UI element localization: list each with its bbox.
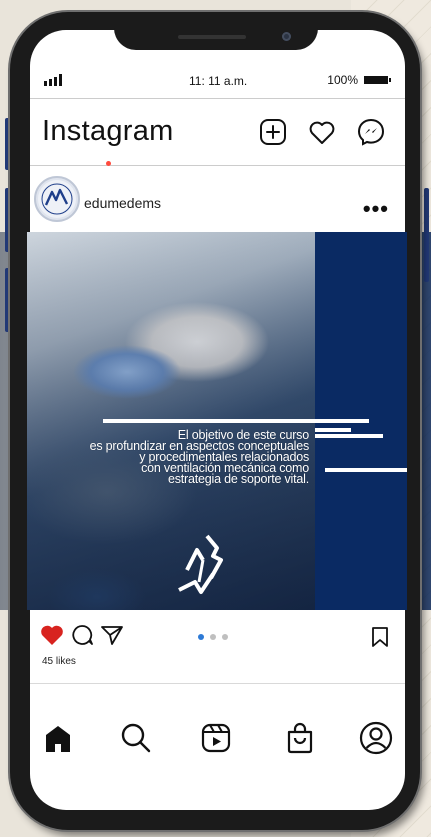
bookmark-icon[interactable] [370, 626, 390, 648]
signal-icon [44, 74, 62, 86]
search-icon[interactable] [118, 720, 154, 756]
camera-icon [282, 32, 291, 41]
carousel-dot [222, 634, 228, 640]
heart-icon[interactable] [307, 117, 337, 147]
decor-line [325, 468, 407, 472]
avatar[interactable] [34, 176, 80, 222]
side-button [424, 188, 429, 282]
carousel-dot-active [198, 634, 204, 640]
notification-dot [106, 161, 111, 166]
plus-square-icon[interactable] [258, 117, 288, 147]
divider [30, 683, 405, 684]
status-time: 11: 11 a.m. [189, 74, 248, 88]
edumedems-logo-icon [38, 180, 76, 218]
app-title: Instagram [42, 115, 174, 147]
post-caption: El objetivo de este curso es profundizar… [27, 429, 310, 486]
reels-icon[interactable] [198, 720, 234, 756]
brand-mark-icon [178, 534, 223, 594]
post-username[interactable]: edumedems [84, 195, 161, 211]
battery-indicator: 100% [327, 73, 391, 87]
shop-icon[interactable] [282, 720, 318, 756]
decor-line [103, 419, 369, 423]
post-actions [30, 618, 405, 658]
post-image[interactable]: El objetivo de este curso es profundizar… [27, 232, 407, 610]
caption-line: estrategia de soporte vital. [167, 472, 309, 486]
carousel-dot [210, 634, 216, 640]
share-icon[interactable] [100, 624, 124, 646]
post-header: edumedems ••• [30, 176, 405, 230]
speaker [178, 35, 246, 39]
heart-filled-icon[interactable] [40, 624, 64, 646]
messenger-icon[interactable] [356, 117, 386, 147]
decor-line [315, 434, 383, 438]
battery-icon [364, 76, 391, 84]
decor-line [315, 428, 351, 432]
likes-count[interactable]: 45 likes [42, 656, 76, 667]
more-options-icon[interactable]: ••• [363, 196, 389, 222]
home-icon[interactable] [40, 720, 76, 756]
battery-percent: 100% [327, 73, 358, 87]
notch [114, 28, 318, 50]
bottom-tab-bar [30, 720, 405, 764]
app-header: Instagram [30, 98, 405, 166]
carousel-indicator [198, 634, 228, 640]
comment-icon[interactable] [70, 624, 94, 646]
profile-icon[interactable] [358, 720, 394, 756]
status-bar: 11: 11 a.m. 100% [44, 72, 391, 88]
